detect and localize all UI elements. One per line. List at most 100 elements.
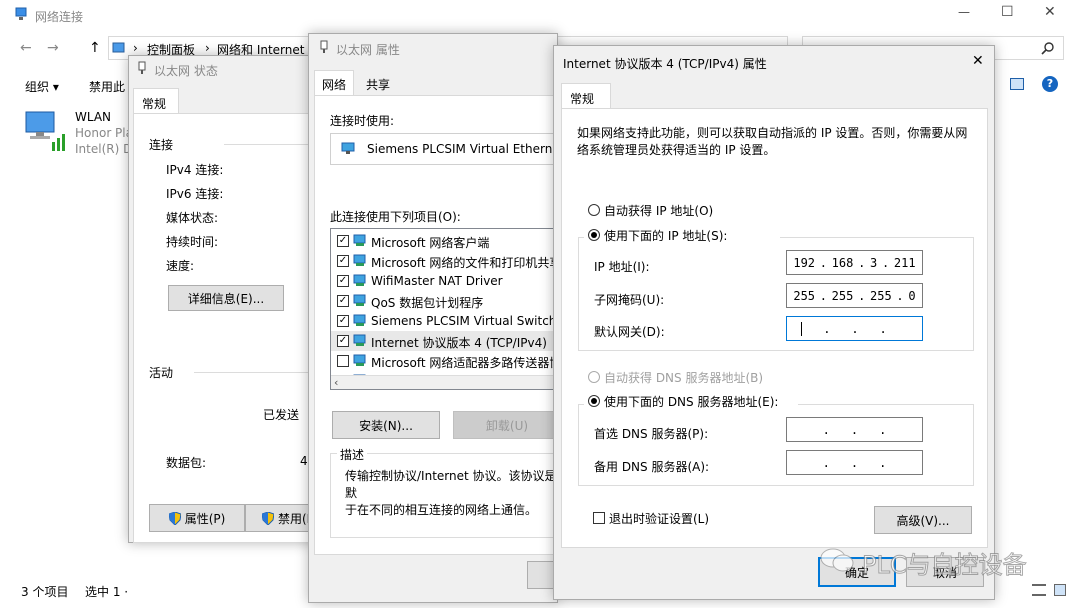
- wifi-adapter-icon: [22, 108, 70, 156]
- mask-octet: 0: [908, 288, 916, 303]
- component-checkbox[interactable]: ✓: [337, 335, 349, 347]
- component-icon: [353, 314, 367, 327]
- preferred-dns-field[interactable]: ...: [786, 417, 923, 442]
- component-item[interactable]: ✓ Siemens PLCSIM Virtual Switch: [331, 311, 559, 331]
- dialog-title: 以太网 状态: [154, 64, 218, 78]
- media-state-label: 媒体状态:: [166, 211, 219, 225]
- shield-icon: [168, 510, 182, 526]
- help-icon[interactable]: ?: [1042, 76, 1058, 92]
- ipv6-connection-label: IPv6 连接:: [166, 187, 224, 201]
- wlan-network: Honor Pla: [75, 126, 133, 140]
- activity-label: 活动: [149, 366, 174, 380]
- view-pane-icon[interactable]: [1010, 78, 1024, 90]
- tab-general[interactable]: 常规: [133, 88, 179, 114]
- adapter-box: Siemens PLCSIM Virtual Ethernet A: [330, 133, 576, 165]
- up-icon[interactable]: ↑: [89, 40, 101, 56]
- components-list: ✓ Microsoft 网络客户端 ✓ Microsoft 网络的文件和打印机共享 ✓ W…: [330, 228, 560, 390]
- tab-networking-label: 网络: [322, 78, 347, 92]
- default-gateway-label: 默认网关(D):: [594, 325, 665, 339]
- component-icon: [353, 274, 367, 287]
- tab-sharing[interactable]: 共享: [366, 76, 390, 93]
- networking-panel: 连接时使用: Siemens PLCSIM Virtual Ethernet A…: [314, 95, 576, 555]
- wlan-adapter[interactable]: WLAN Honor Pla Intel(R) D: [22, 106, 133, 156]
- tab-general-label: 常规: [570, 92, 595, 106]
- component-icon: [353, 234, 367, 247]
- window-title: 网络连接: [35, 10, 84, 24]
- back-icon[interactable]: ←: [20, 40, 32, 56]
- large-icons-view-icon[interactable]: [1054, 584, 1066, 596]
- ipv4-properties-dialog: Internet 协议版本 4 (TCP/IPv4) 属性 ✕ 常规 如果网络支…: [553, 45, 995, 600]
- description-label: 描述: [337, 446, 368, 463]
- component-label: Internet 协议版本 4 (TCP/IPv4): [371, 336, 547, 350]
- organize-menu[interactable]: 组织 ▾: [25, 78, 59, 95]
- tab-general[interactable]: 常规: [561, 83, 611, 109]
- maximize-icon[interactable]: ☐: [1001, 4, 1014, 20]
- close-icon[interactable]: ✕: [972, 53, 984, 69]
- general-panel: 如果网络支持此功能，则可以获取自动指派的 IP 设置。否则，你需要从网 络系统管…: [561, 108, 988, 548]
- connection-label: 连接: [149, 138, 174, 152]
- validate-checkbox[interactable]: [593, 512, 605, 524]
- forward-icon[interactable]: →: [47, 40, 59, 56]
- component-checkbox[interactable]: ✓: [337, 295, 349, 307]
- network-folder-icon: [15, 7, 29, 21]
- component-icon: [353, 334, 367, 347]
- ipv4-connection-label: IPv4 连接:: [166, 163, 224, 177]
- sent-label: 已发送: [263, 408, 300, 422]
- speed-label: 速度:: [166, 259, 195, 273]
- ethernet-properties-icon: [318, 40, 330, 54]
- dialog-title: Internet 协议版本 4 (TCP/IPv4) 属性: [563, 57, 767, 71]
- advanced-button[interactable]: 高级(V)...: [874, 506, 972, 534]
- component-checkbox[interactable]: ✓: [337, 255, 349, 267]
- component-item[interactable]: ✓ Microsoft 网络客户端: [331, 231, 559, 251]
- horizontal-scrollbar[interactable]: ‹: [331, 375, 559, 389]
- manual-ip-radio[interactable]: [588, 229, 600, 241]
- close-window-icon[interactable]: ✕: [1044, 4, 1056, 20]
- manual-ip-label[interactable]: 使用下面的 IP 地址(S):: [604, 227, 727, 244]
- selected-count: 选中 1 ·: [85, 585, 129, 599]
- tab-networking[interactable]: 网络: [314, 70, 354, 96]
- auto-ip-label[interactable]: 自动获得 IP 地址(O): [604, 202, 713, 219]
- component-item[interactable]: ✓ Microsoft 网络的文件和打印机共享: [331, 251, 559, 271]
- mask-octet: 255: [831, 288, 854, 303]
- details-button[interactable]: 详细信息(E)...: [168, 285, 284, 311]
- manual-dns-legend: 使用下面的 DNS 服务器地址(E):: [584, 392, 798, 410]
- minimize-icon[interactable]: —: [958, 5, 970, 19]
- text-cursor: [801, 321, 803, 336]
- scroll-left-icon[interactable]: ‹: [334, 376, 338, 389]
- component-checkbox[interactable]: ✓: [337, 315, 349, 327]
- packets-label: 数据包:: [166, 456, 207, 470]
- auto-ip-radio[interactable]: [588, 204, 600, 216]
- connect-using-label: 连接时使用:: [330, 114, 395, 128]
- ip-octet: 3: [870, 255, 878, 270]
- component-item[interactable]: Microsoft 网络适配器多路传送器协: [331, 351, 560, 371]
- component-item[interactable]: ✓ QoS 数据包计划程序: [331, 291, 559, 311]
- disable-device-button[interactable]: 禁用此: [89, 78, 125, 95]
- component-label: Microsoft 网络适配器多路传送器协: [371, 356, 560, 370]
- ethernet-status-icon: [136, 61, 148, 75]
- ip-address-field[interactable]: 192. 168. 3. 211: [786, 250, 923, 275]
- alternate-dns-field[interactable]: ...: [786, 450, 923, 475]
- default-gateway-field[interactable]: ...: [786, 316, 923, 341]
- subnet-mask-label: 子网掩码(U):: [594, 293, 665, 307]
- auto-dns-radio: [588, 371, 600, 383]
- details-view-icon[interactable]: [1032, 584, 1046, 596]
- manual-dns-label[interactable]: 使用下面的 DNS 服务器地址(E):: [604, 393, 778, 410]
- component-item[interactable]: ✓ WifiMaster NAT Driver: [331, 271, 559, 291]
- control-panel-icon: [112, 41, 126, 55]
- properties-button[interactable]: 属性(P): [149, 504, 245, 532]
- validate-label[interactable]: 退出时验证设置(L): [609, 510, 709, 527]
- ethernet-status-dialog: 以太网 状态 常规 连接 IPv4 连接: IPv6 连接: 媒体状态: 持续时…: [128, 55, 330, 543]
- ip-octet: 211: [893, 255, 916, 270]
- component-checkbox[interactable]: ✓: [337, 235, 349, 247]
- ip-octet: 192: [793, 255, 816, 270]
- install-button[interactable]: 安装(N)...: [332, 411, 440, 439]
- wlan-device: Intel(R) D: [75, 142, 133, 156]
- manual-dns-radio[interactable]: [588, 395, 600, 407]
- subnet-mask-field[interactable]: 255. 255. 255. 0: [786, 283, 923, 308]
- component-checkbox[interactable]: [337, 355, 349, 367]
- component-item[interactable]: ✓ Internet 协议版本 4 (TCP/IPv4): [331, 331, 559, 351]
- desktop: 网络连接 — ☐ ✕ ← → ↑ › 控制面板 › 网络和 Internet 组…: [0, 0, 1080, 608]
- component-label: WifiMaster NAT Driver: [371, 274, 503, 288]
- auto-dns-label: 自动获得 DNS 服务器地址(B): [604, 371, 764, 385]
- component-checkbox[interactable]: ✓: [337, 275, 349, 287]
